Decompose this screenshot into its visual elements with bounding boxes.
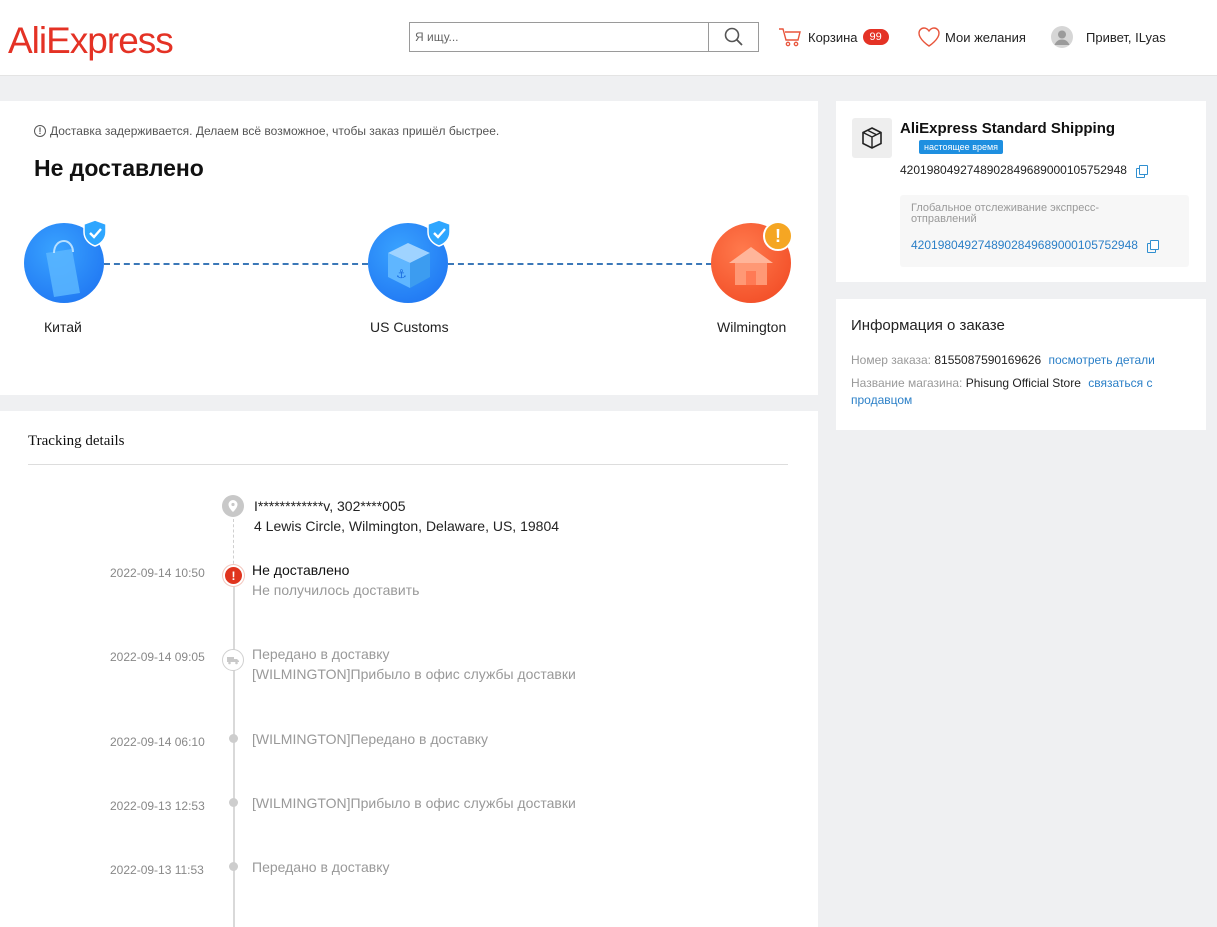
event-time: 2022-09-13 12:53	[110, 799, 205, 813]
error-icon: !	[223, 565, 244, 586]
route-segment	[104, 263, 368, 265]
event-title: [WILMINGTON]Передано в доставку	[252, 731, 489, 747]
cart-link[interactable]: Корзина 99	[778, 24, 889, 50]
route-label-customs: US Customs	[370, 319, 449, 335]
route-node-customs: ⚓	[368, 219, 451, 303]
aliexpress-logo[interactable]: AliExpress	[8, 20, 174, 62]
store-row: Название магазина: Phisung Official Stor…	[851, 375, 1191, 409]
timeline-dot	[229, 798, 238, 807]
event-title: Не доставлено	[252, 562, 350, 578]
cart-icon	[779, 28, 801, 47]
user-menu[interactable]: Привет, ILyas	[1051, 24, 1166, 50]
shipping-method-card: AliExpress Standard Shipping настоящее в…	[836, 101, 1206, 282]
truck-icon	[222, 649, 244, 671]
global-tracking-link[interactable]: 4201980492748902849689000105752948	[911, 238, 1138, 252]
wishlist-link[interactable]: Мои желания	[917, 24, 1026, 50]
route-label-destination: Wilmington	[717, 319, 787, 335]
order-info-card: Информация о заказе Номер заказа: 815508…	[836, 299, 1206, 430]
divider	[28, 464, 788, 465]
delivery-address: I************v, 302****005 4 Lewis Circl…	[254, 496, 559, 536]
event-text: Не доставлено Не получилось доставить	[252, 560, 419, 600]
route-node-destination: !	[711, 221, 793, 303]
search-button[interactable]	[708, 23, 758, 51]
timeline-connector	[233, 519, 234, 569]
route-label-origin: Китай	[44, 319, 82, 335]
shield-check-icon	[427, 219, 451, 247]
timeline-line	[233, 581, 235, 927]
global-tracking-box: Глобальное отслеживание экспресс-отправл…	[900, 195, 1189, 267]
order-number-label: Номер заказа:	[851, 353, 932, 367]
svg-text:⚓: ⚓	[396, 267, 407, 281]
event-subtitle: Не получилось доставить	[252, 582, 420, 598]
search-icon	[724, 27, 743, 46]
route-segment	[448, 263, 712, 265]
avatar-icon	[1051, 26, 1073, 48]
copy-icon[interactable]	[1135, 164, 1148, 178]
delivery-status-card: ! Доставка задерживается. Делаем всё воз…	[0, 101, 818, 395]
realtime-badge: настоящее время	[919, 140, 1004, 154]
event-text: Передано в доставку	[252, 857, 390, 877]
global-tracking-number: 4201980492748902849689000105752948	[911, 238, 1159, 253]
delay-notice: ! Доставка задерживается. Делаем всё воз…	[34, 124, 499, 138]
event-subtitle: [WILMINGTON]Прибыло в офис службы достав…	[252, 666, 576, 682]
location-pin-icon	[222, 495, 244, 517]
event-time: 2022-09-14 06:10	[110, 735, 205, 749]
recipient-name: I************v, 302****005	[254, 498, 406, 514]
event-title: [WILMINGTON]Прибыло в офис службы достав…	[252, 795, 576, 811]
event-time: 2022-09-14 09:05	[110, 650, 205, 664]
address-line: 4 Lewis Circle, Wilmington, Delaware, US…	[254, 518, 560, 534]
store-label: Название магазина:	[851, 376, 963, 390]
wishlist-label: Мои желания	[945, 29, 1026, 45]
shield-check-icon	[83, 219, 107, 247]
view-details-link[interactable]: посмотреть детали	[1048, 353, 1154, 367]
event-text: [WILMINGTON]Передано в доставку	[252, 729, 488, 749]
event-time: 2022-09-13 11:53	[110, 863, 204, 877]
timeline-dot	[229, 862, 238, 871]
package-icon	[852, 118, 892, 158]
order-number-row: Номер заказа: 8155087590169626 посмотрет…	[851, 352, 1191, 369]
copy-icon[interactable]	[1146, 239, 1159, 253]
tracking-details-card: Tracking details I************v, 302****…	[0, 411, 818, 927]
event-title: Передано в доставку	[252, 646, 390, 662]
event-text: [WILMINGTON]Прибыло в офис службы достав…	[252, 793, 576, 813]
warning-icon: !	[763, 221, 793, 251]
event-title: Передано в доставку	[252, 859, 390, 875]
tracking-number-value: 420198049274890284968900010575294​8	[900, 163, 1127, 177]
route-node-origin	[24, 219, 107, 303]
cart-label: Корзина	[808, 29, 858, 45]
cart-count-badge: 99	[862, 29, 889, 45]
search-input[interactable]	[410, 23, 709, 51]
tracking-title: Tracking details	[28, 433, 125, 449]
route-progress: Китай ⚓ US Customs ! Wilmington	[0, 219, 818, 341]
info-icon: !	[34, 125, 46, 137]
search-bar	[409, 22, 759, 52]
heart-icon	[918, 27, 940, 47]
global-tracking-label: Глобальное отслеживание экспресс-отправл…	[911, 202, 1100, 225]
event-text: Передано в доставку [WILMINGTON]Прибыло …	[252, 644, 576, 684]
order-info-title: Информация о заказе	[851, 317, 1005, 334]
tracking-number: 420198049274890284968900010575294​8	[900, 163, 1148, 178]
status-title: Не доставлено	[34, 155, 204, 181]
timeline-dot	[229, 734, 238, 743]
user-greeting: Привет, ILyas	[1086, 29, 1166, 45]
store-name: Phisung Official Store	[965, 376, 1081, 390]
delay-notice-text: Доставка задерживается. Делаем всё возмо…	[50, 124, 500, 138]
event-time: 2022-09-14 10:50	[110, 566, 205, 580]
header: AliExpress Корзина 99 Мои желания Привет…	[0, 0, 1217, 76]
shipping-method-name: AliExpress Standard Shipping	[900, 120, 1116, 137]
order-number-value: 8155087590169626	[934, 353, 1042, 367]
